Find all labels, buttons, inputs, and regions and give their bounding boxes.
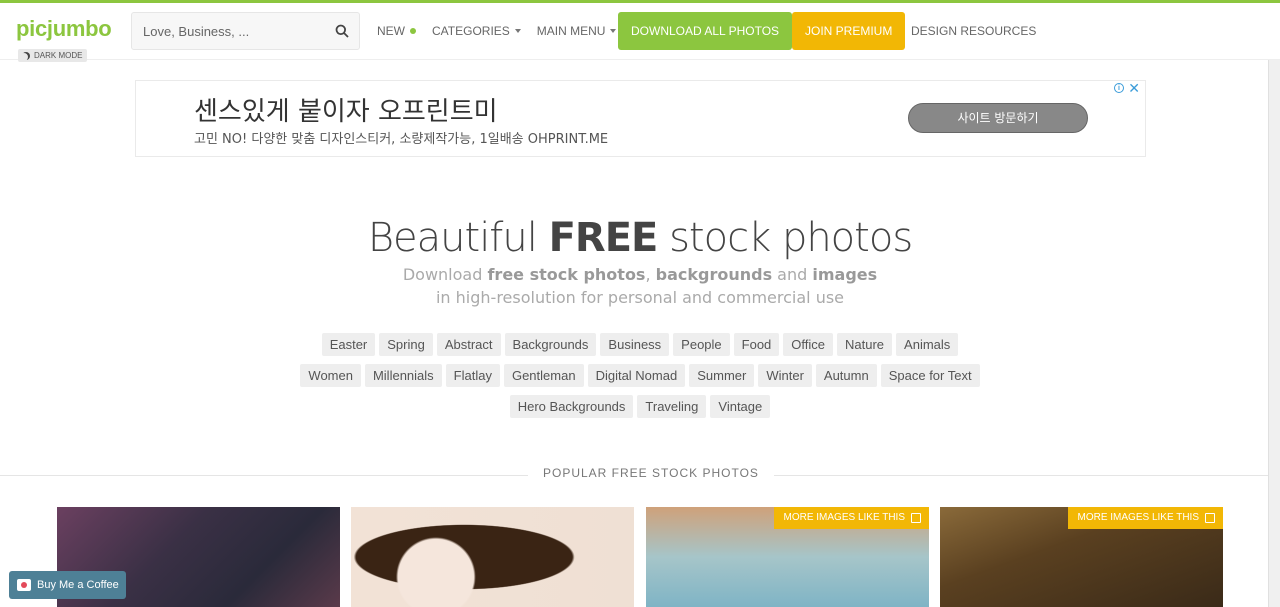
- caret-down-icon: [514, 29, 521, 33]
- tag[interactable]: Traveling: [637, 395, 707, 418]
- nav-new[interactable]: NEW: [377, 24, 416, 38]
- search-icon[interactable]: [335, 24, 349, 38]
- hero-sub-text: ,: [645, 265, 656, 284]
- hero-sub-text: Download: [402, 265, 488, 284]
- nav-main-menu-label: MAIN MENU: [536, 24, 606, 38]
- popular-heading: POPULAR FREE STOCK PHOTOS: [528, 466, 774, 480]
- more-images-button[interactable]: MORE IMAGES LIKE THIS: [1068, 507, 1223, 529]
- tag[interactable]: Food: [733, 333, 780, 356]
- tag[interactable]: Hero Backgrounds: [509, 395, 634, 418]
- nav-main-menu[interactable]: MAIN MENU: [537, 24, 617, 38]
- ad-banner[interactable]: 센스있게 붙이자 오프린트미 고민 NO! 다양한 맞춤 디자인스티커, 소량제…: [135, 80, 1146, 157]
- tag[interactable]: Millennials: [364, 364, 442, 387]
- ad-subtitle: 고민 NO! 다양한 맞춤 디자인스티커, 소량제작가능, 1일배송 OHPRI…: [194, 132, 609, 147]
- nav-categories-label: CATEGORIES: [432, 24, 510, 38]
- hero-sub-bold: backgrounds: [655, 265, 773, 284]
- tag[interactable]: Space for Text: [880, 364, 980, 387]
- hero-title-post: stock photos: [657, 215, 913, 261]
- design-resources-link[interactable]: DESIGN RESOURCES: [911, 12, 1036, 50]
- coffee-button-label: Buy Me a Coffee: [37, 579, 119, 591]
- ad-info-icon[interactable]: i: [1114, 83, 1124, 93]
- dark-mode-toggle[interactable]: DARK MODE: [18, 49, 88, 62]
- photo-card[interactable]: MORE IMAGES LIKE THIS: [940, 507, 1223, 607]
- external-link-icon: [1205, 513, 1215, 523]
- ad-title: 센스있게 붙이자 오프린트미: [194, 97, 498, 127]
- hero-sub-bold: free stock photos: [487, 265, 646, 284]
- tag[interactable]: Nature: [837, 333, 893, 356]
- site-header: picjumbo NEW CATEGORIES MAIN MENU DOWNLO…: [0, 3, 1280, 60]
- tag[interactable]: Gentleman: [503, 364, 584, 387]
- nav-new-label: NEW: [377, 24, 405, 38]
- search-box: [131, 12, 360, 50]
- search-input[interactable]: [132, 13, 327, 49]
- tag[interactable]: Women: [300, 364, 361, 387]
- tag[interactable]: Vintage: [710, 395, 771, 418]
- tag[interactable]: Winter: [758, 364, 812, 387]
- coffee-cup-icon: [17, 579, 31, 591]
- tag[interactable]: Easter: [321, 333, 376, 356]
- tag[interactable]: Summer: [689, 364, 755, 387]
- hero-title: Beautiful FREE stock photos: [0, 215, 1280, 261]
- ad-visit-button[interactable]: 사이트 방문하기: [908, 103, 1088, 133]
- external-link-icon: [911, 513, 921, 523]
- dark-mode-label: DARK MODE: [34, 51, 83, 60]
- category-tags: Easter Spring Abstract Backgrounds Busin…: [300, 333, 980, 418]
- hero-sub-line2: in high-resolution for personal and comm…: [435, 288, 845, 307]
- tag[interactable]: Spring: [379, 333, 433, 356]
- tag[interactable]: Digital Nomad: [587, 364, 686, 387]
- more-images-button[interactable]: MORE IMAGES LIKE THIS: [774, 507, 929, 529]
- tag[interactable]: Animals: [896, 333, 959, 356]
- download-all-button[interactable]: DOWNLOAD ALL PHOTOS: [618, 12, 793, 50]
- moon-icon: [22, 52, 30, 60]
- tag[interactable]: People: [673, 333, 730, 356]
- tag[interactable]: Backgrounds: [504, 333, 597, 356]
- more-images-label: MORE IMAGES LIKE THIS: [1077, 512, 1199, 523]
- tag[interactable]: Office: [783, 333, 834, 356]
- tag[interactable]: Abstract: [436, 333, 501, 356]
- nav-categories[interactable]: CATEGORIES: [432, 24, 521, 38]
- photo-card[interactable]: [351, 507, 634, 607]
- hero-sub-bold: images: [812, 265, 878, 284]
- logo[interactable]: picjumbo: [16, 16, 112, 42]
- join-premium-button[interactable]: JOIN PREMIUM: [792, 12, 906, 50]
- caret-down-icon: [610, 29, 617, 33]
- hero-title-bold: FREE: [548, 215, 659, 261]
- tag[interactable]: Flatlay: [445, 364, 500, 387]
- tag[interactable]: Business: [600, 333, 670, 356]
- ad-close-icon[interactable]: ✕: [1128, 80, 1140, 97]
- scrollbar[interactable]: [1268, 60, 1280, 607]
- more-images-label: MORE IMAGES LIKE THIS: [783, 512, 905, 523]
- hero-sub-text: and: [772, 265, 813, 284]
- buy-me-a-coffee-button[interactable]: Buy Me a Coffee: [9, 571, 126, 599]
- tag[interactable]: Autumn: [815, 364, 877, 387]
- main-nav: NEW CATEGORIES MAIN MENU: [377, 12, 632, 50]
- new-dot-icon: [410, 28, 416, 34]
- hero-title-pre: Beautiful: [367, 215, 549, 261]
- hero-subtitle: Download free stock photos, backgrounds …: [0, 263, 1280, 309]
- photo-card[interactable]: MORE IMAGES LIKE THIS: [646, 507, 929, 607]
